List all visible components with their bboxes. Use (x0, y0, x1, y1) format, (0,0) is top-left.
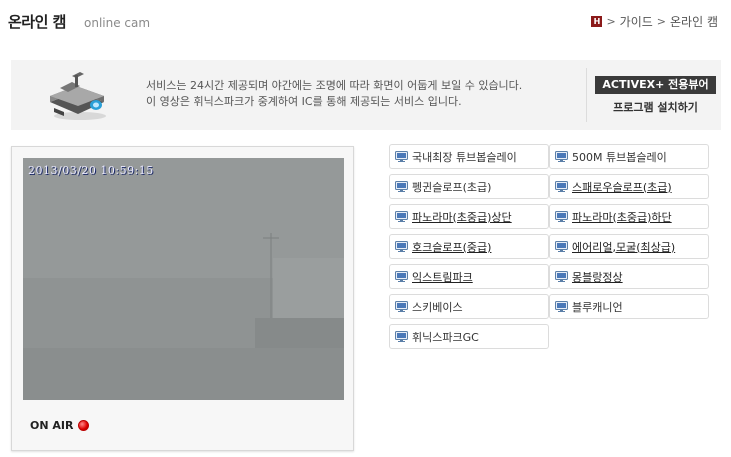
camera-list-item[interactable]: 스키베이스 (389, 294, 549, 319)
video-scene (23, 158, 344, 400)
monitor-icon (555, 301, 568, 312)
install-program-link[interactable]: 프로그램 설치하기 (595, 99, 716, 115)
video-panel: 2013/03/20 10:59:15 ON AIR (11, 146, 354, 451)
breadcrumb-item-guide[interactable]: 가이드 (620, 13, 653, 30)
monitor-icon (395, 151, 408, 162)
breadcrumb-separator: > (656, 15, 667, 28)
camera-list-item[interactable]: 500M 튜브봅슬레이 (549, 144, 709, 169)
camera-list-item[interactable]: 익스트림파크 (389, 264, 549, 289)
breadcrumb: H > 가이드 > 온라인 캠 (591, 13, 718, 30)
monitor-icon (555, 211, 568, 222)
page-subtitle: online cam (84, 16, 151, 30)
camera-list-item-label: 휘닉스파크GC (412, 330, 479, 344)
camera-list-item-label: 500M 튜브봅슬레이 (572, 150, 667, 164)
camera-list-item-label: 몽블랑정상 (572, 270, 623, 284)
on-air-status: ON AIR (30, 419, 90, 432)
camera-list-item-label: 스키베이스 (412, 300, 463, 314)
camera-list-item[interactable]: 호크슬로프(중급) (389, 234, 549, 259)
camera-list-item-label: 파노라마(초중급)상단 (412, 210, 512, 224)
camera-list-item[interactable]: 몽블랑정상 (549, 264, 709, 289)
monitor-icon (555, 241, 568, 252)
camera-list-item-label: 펭귄슬로프(초급) (412, 180, 492, 194)
camera-list-item-label: 익스트림파크 (412, 270, 473, 284)
webcam-icon (50, 72, 106, 120)
camera-list-item[interactable]: 블루캐니언 (549, 294, 709, 319)
monitor-icon (395, 271, 408, 282)
monitor-icon (395, 181, 408, 192)
record-indicator-icon (78, 420, 90, 431)
home-icon[interactable]: H (591, 16, 603, 27)
activex-viewer-label: ACTIVEX+ 전용뷰어 (595, 76, 716, 94)
camera-list-item[interactable]: 휘닉스파크GC (389, 324, 549, 349)
camera-list-item[interactable]: 국내최장 튜브봅슬레이 (389, 144, 549, 169)
monitor-icon (555, 181, 568, 192)
video-timestamp: 2013/03/20 10:59:15 (28, 164, 154, 177)
camera-list-item[interactable]: 펭귄슬로프(초급) (389, 174, 549, 199)
notice-divider (586, 68, 587, 122)
camera-list-item-label: 블루캐니언 (572, 300, 623, 314)
camera-list-item-label: 파노라마(초중급)하단 (572, 210, 672, 224)
monitor-icon (395, 331, 408, 342)
monitor-icon (395, 301, 408, 312)
breadcrumb-item-online-cam[interactable]: 온라인 캠 (670, 13, 718, 30)
monitor-icon (395, 211, 408, 222)
monitor-icon (555, 151, 568, 162)
notice-text: 서비스는 24시간 제공되며 야간에는 조명에 따라 화면이 어둡게 보일 수 … (146, 78, 522, 110)
camera-list-item-label: 국내최장 튜브봅슬레이 (412, 150, 517, 164)
camera-list-item-label: 호크슬로프(중급) (412, 240, 492, 254)
notice-line-1: 서비스는 24시간 제공되며 야간에는 조명에 따라 화면이 어둡게 보일 수 … (146, 79, 523, 92)
on-air-label: ON AIR (30, 419, 74, 432)
monitor-icon (555, 271, 568, 282)
camera-list-item[interactable]: 파노라마(초중급)상단 (389, 204, 549, 229)
camera-list-item-label: 에어리얼,모굴(최상급) (572, 240, 676, 254)
notice-banner: 서비스는 24시간 제공되며 야간에는 조명에 따라 화면이 어둡게 보일 수 … (11, 60, 721, 130)
camera-list-item[interactable]: 에어리얼,모굴(최상급) (549, 234, 709, 259)
breadcrumb-separator: > (606, 15, 616, 28)
page-title: 온라인 캠 (8, 13, 66, 31)
camera-list-item[interactable]: 파노라마(초중급)하단 (549, 204, 709, 229)
video-feed[interactable]: 2013/03/20 10:59:15 (23, 158, 344, 400)
camera-list-item[interactable]: 스패로우슬로프(초급) (549, 174, 709, 199)
monitor-icon (395, 241, 408, 252)
notice-line-2: 이 영상은 휘닉스파크가 중계하여 IC를 통해 제공되는 서비스 입니다. (146, 95, 462, 108)
camera-list-item-label: 스패로우슬로프(초급) (572, 180, 672, 194)
